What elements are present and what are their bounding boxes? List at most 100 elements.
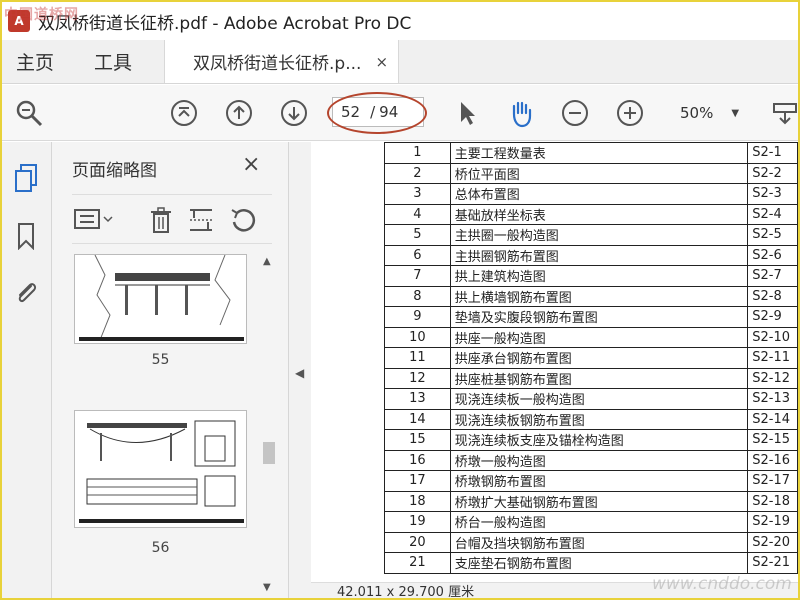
more-tools-icon[interactable] [770,98,798,128]
close-tab-icon[interactable]: × [375,53,388,71]
select-cursor-icon[interactable] [452,98,482,128]
row-code: S2-6 [747,244,798,266]
row-title: 基础放样坐标表 [449,203,749,225]
row-code: S2-9 [747,306,798,328]
close-panel-icon[interactable]: × [242,152,260,177]
delete-page-icon[interactable] [146,205,176,235]
crop-page-icon[interactable] [186,205,216,235]
row-title: 现浇连续板支座及锚栓构造图 [449,429,749,451]
table-row: 13 现浇连续板一般构造图 S2-13 [384,388,798,410]
row-code: S2-17 [747,470,798,492]
row-number: 17 [384,470,451,492]
row-number: 20 [384,531,451,553]
panel-toolbar [72,194,272,244]
row-number: 10 [384,326,451,348]
table-row: 14 现浇连续板钢筋布置图 S2-14 [384,408,798,430]
search-icon[interactable] [14,98,44,128]
row-title: 支座垫石钢筋布置图 [449,552,749,574]
thumbnail-number: 55 [151,352,170,368]
thumbnail-scrollbar[interactable]: ▲ ▼ [260,252,278,598]
row-code: S2-19 [747,511,798,533]
row-code: S2-3 [747,183,798,205]
table-row: 2 桥位平面图 S2-2 [384,162,798,184]
row-code: S2-8 [747,285,798,307]
pages-icon[interactable] [11,162,41,194]
row-number: 21 [384,552,451,574]
previous-page-icon[interactable] [224,98,254,128]
tab-bar: 主页 工具 双凤桥街道长征桥.p... × [2,40,798,84]
next-page-icon[interactable] [279,98,309,128]
row-number: 19 [384,511,451,533]
table-row: 3 总体布置图 S2-3 [384,183,798,205]
row-title: 主拱圈钢筋布置图 [449,244,749,266]
hand-tool-icon[interactable] [506,98,536,128]
first-page-icon[interactable] [169,98,199,128]
row-title: 主拱圈一般构造图 [449,224,749,246]
bookmark-icon[interactable] [11,220,41,252]
row-number: 4 [384,203,451,225]
row-code: S2-1 [747,142,798,164]
scroll-down-icon[interactable]: ▼ [263,582,271,593]
row-title: 拱上横墙钢筋布置图 [449,285,749,307]
row-title: 拱座桩基钢筋布置图 [449,367,749,389]
row-title: 现浇连续板钢筋布置图 [449,408,749,430]
row-title: 台帽及挡块钢筋布置图 [449,531,749,553]
row-code: S2-4 [747,203,798,225]
table-row: 8 拱上横墙钢筋布置图 S2-8 [384,285,798,307]
zoom-in-icon[interactable] [615,98,645,128]
table-row: 7 拱上建筑构造图 S2-7 [384,265,798,287]
row-number: 12 [384,367,451,389]
scroll-up-icon[interactable]: ▲ [263,256,271,267]
zoom-out-icon[interactable] [560,98,590,128]
document-view: 1 主要工程数量表 S2-1 2 桥位平面图 S2-2 3 总体布置图 S2-3 4 基础放样坐标表… [311,142,798,582]
thumbnail-page-56[interactable] [74,410,247,528]
row-number: 13 [384,388,451,410]
row-number: 2 [384,162,451,184]
row-title: 桥墩钢筋布置图 [449,470,749,492]
attachment-icon[interactable] [11,276,41,308]
row-code: S2-13 [747,388,798,410]
row-title: 桥位平面图 [449,162,749,184]
row-title: 拱上建筑构造图 [449,265,749,287]
chevron-down-icon: ▼ [731,107,740,119]
table-row: 18 桥墩扩大基础钢筋布置图 S2-18 [384,490,798,512]
row-code: S2-15 [747,429,798,451]
row-title: 拱座承台钢筋布置图 [449,347,749,369]
zoom-select[interactable]: 50% ▼ [674,98,748,128]
tab-document[interactable]: 双凤桥街道长征桥.p... × [164,40,400,83]
tab-home[interactable]: 主页 [2,40,68,83]
row-code: S2-20 [747,531,798,553]
scrollbar-thumb[interactable] [263,442,275,464]
row-code: S2-7 [747,265,798,287]
panel-collapse-strip[interactable]: ◀ [289,142,311,598]
row-number: 11 [384,347,451,369]
table-row: 21 支座垫石钢筋布置图 S2-21 [384,552,798,574]
table-row: 11 拱座承台钢筋布置图 S2-11 [384,347,798,369]
acrobat-window: A 双凤桥街道长征桥.pdf - Adobe Acrobat Pro DC 主页… [0,0,800,600]
left-rail [2,142,52,598]
row-number: 16 [384,449,451,471]
thumbnail-page-55[interactable] [74,254,247,344]
table-row: 6 主拱圈钢筋布置图 S2-6 [384,244,798,266]
row-code: S2-11 [747,347,798,369]
title-bar: A 双凤桥街道长征桥.pdf - Adobe Acrobat Pro DC [2,2,798,40]
drawing-index-table: 1 主要工程数量表 S2-1 2 桥位平面图 S2-2 3 总体布置图 S2-3 4 基础放样坐标表… [384,142,798,574]
toolbar: 52 / 94 50% ▼ [2,85,798,141]
collapse-panel-icon[interactable]: ◀ [295,366,304,380]
row-title: 垫墙及实腹段钢筋布置图 [449,306,749,328]
thumbnail-panel: 页面缩略图 × 55 56 ▲ ▼ [52,142,289,598]
watermark-bottom-right: www.cnddo.com [652,574,792,594]
thumbnail-number: 56 [151,540,170,556]
options-menu-icon[interactable] [74,205,114,235]
row-code: S2-12 [747,367,798,389]
row-code: S2-10 [747,326,798,348]
row-title: 总体布置图 [449,183,749,205]
tab-document-label: 双凤桥街道长征桥.p... [193,54,362,74]
row-number: 1 [384,142,451,164]
table-row: 4 基础放样坐标表 S2-4 [384,203,798,225]
rotate-page-icon[interactable] [228,205,258,235]
row-title: 现浇连续板一般构造图 [449,388,749,410]
row-title: 拱座一般构造图 [449,326,749,348]
tab-tools[interactable]: 工具 [80,40,146,83]
row-code: S2-21 [747,552,798,574]
